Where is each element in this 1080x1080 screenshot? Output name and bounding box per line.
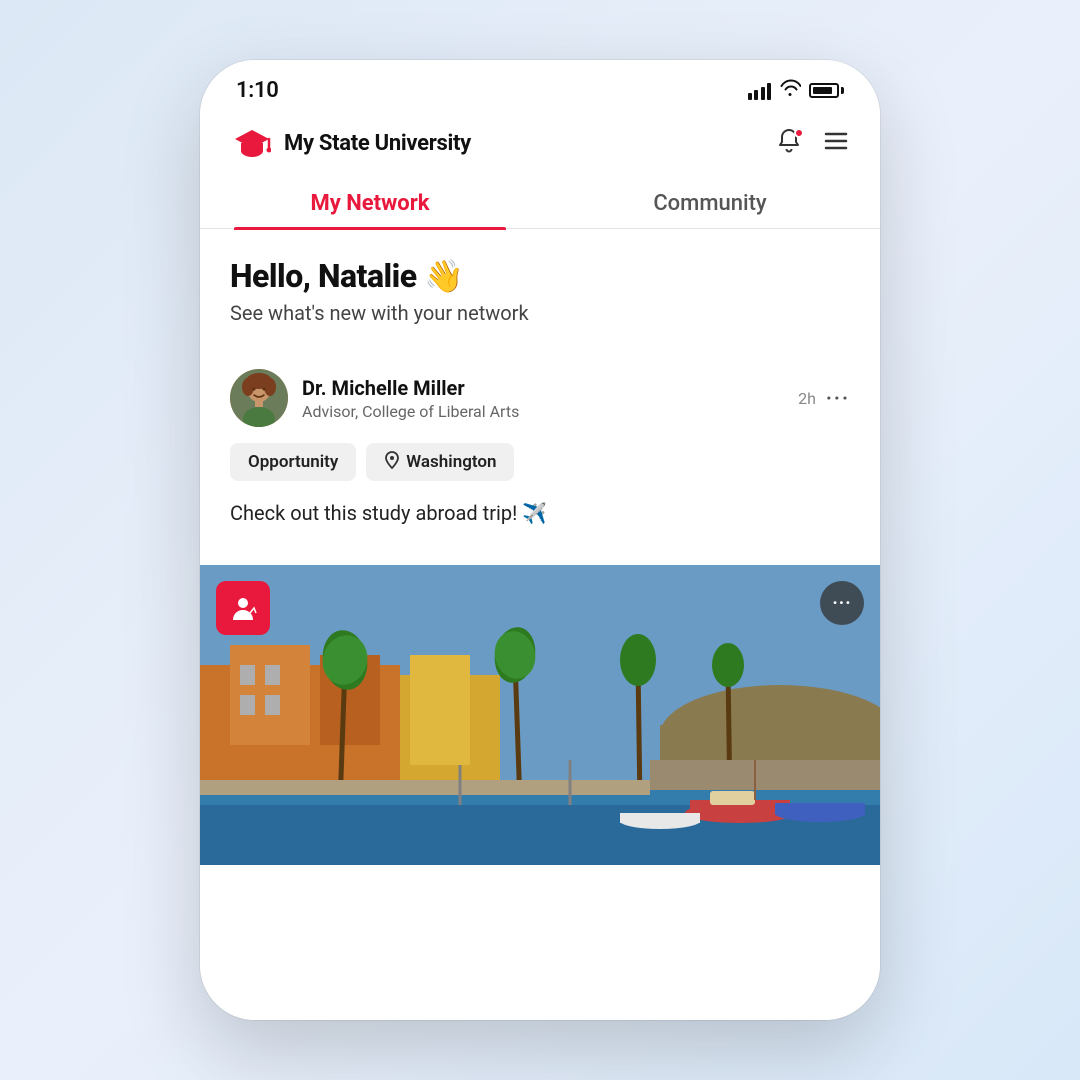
notification-badge (794, 128, 804, 138)
notification-button[interactable] (774, 128, 804, 158)
tag-opportunity[interactable]: Opportunity (230, 443, 356, 481)
tab-bar: My Network Community (200, 177, 880, 229)
tag-washington[interactable]: Washington (366, 443, 514, 481)
status-icons (748, 79, 845, 102)
tab-my-network[interactable]: My Network (200, 177, 540, 228)
location-pin-icon (384, 451, 400, 473)
status-bar: 1:10 (200, 60, 880, 113)
post-header: Dr. Michelle Miller Advisor, College of … (230, 369, 850, 427)
post-author: Dr. Michelle Miller Advisor, College of … (230, 369, 519, 427)
author-name: Dr. Michelle Miller (302, 376, 519, 400)
signal-icon (748, 82, 772, 100)
greeting-section: Hello, Natalie 👋 See what's new with you… (230, 257, 850, 325)
post-card: Dr. Michelle Miller Advisor, College of … (200, 349, 880, 565)
header-actions (774, 127, 850, 159)
author-role: Advisor, College of Liberal Arts (302, 402, 519, 421)
greeting-subtitle: See what's new with your network (230, 301, 850, 325)
content-area: Hello, Natalie 👋 See what's new with you… (200, 229, 880, 1020)
avatar (230, 369, 288, 427)
battery-icon (809, 83, 844, 98)
post-more-button[interactable]: ··· (826, 386, 850, 410)
app-header: My State University (200, 113, 880, 177)
phone-shell: 1:10 (200, 60, 880, 1020)
post-image: ··· (200, 565, 880, 865)
status-time: 1:10 (236, 78, 279, 103)
tag-washington-label: Washington (406, 452, 496, 472)
post-time: 2h (798, 389, 816, 408)
image-more-button[interactable]: ··· (820, 581, 864, 625)
tab-community[interactable]: Community (540, 177, 880, 228)
wifi-icon (779, 79, 801, 102)
author-info: Dr. Michelle Miller Advisor, College of … (302, 376, 519, 421)
greeting-title: Hello, Natalie 👋 (230, 257, 850, 295)
grad-cap-icon (230, 121, 274, 165)
map-person-button[interactable] (216, 581, 270, 635)
app-title: My State University (284, 131, 471, 156)
tag-opportunity-label: Opportunity (248, 452, 338, 472)
avatar-image (230, 369, 288, 427)
post-text: Check out this study abroad trip! ✈️ (230, 499, 850, 527)
menu-button[interactable] (822, 127, 850, 159)
post-meta: 2h ··· (798, 386, 850, 410)
app-brand: My State University (230, 121, 471, 165)
post-tags: Opportunity Washington (230, 443, 850, 481)
